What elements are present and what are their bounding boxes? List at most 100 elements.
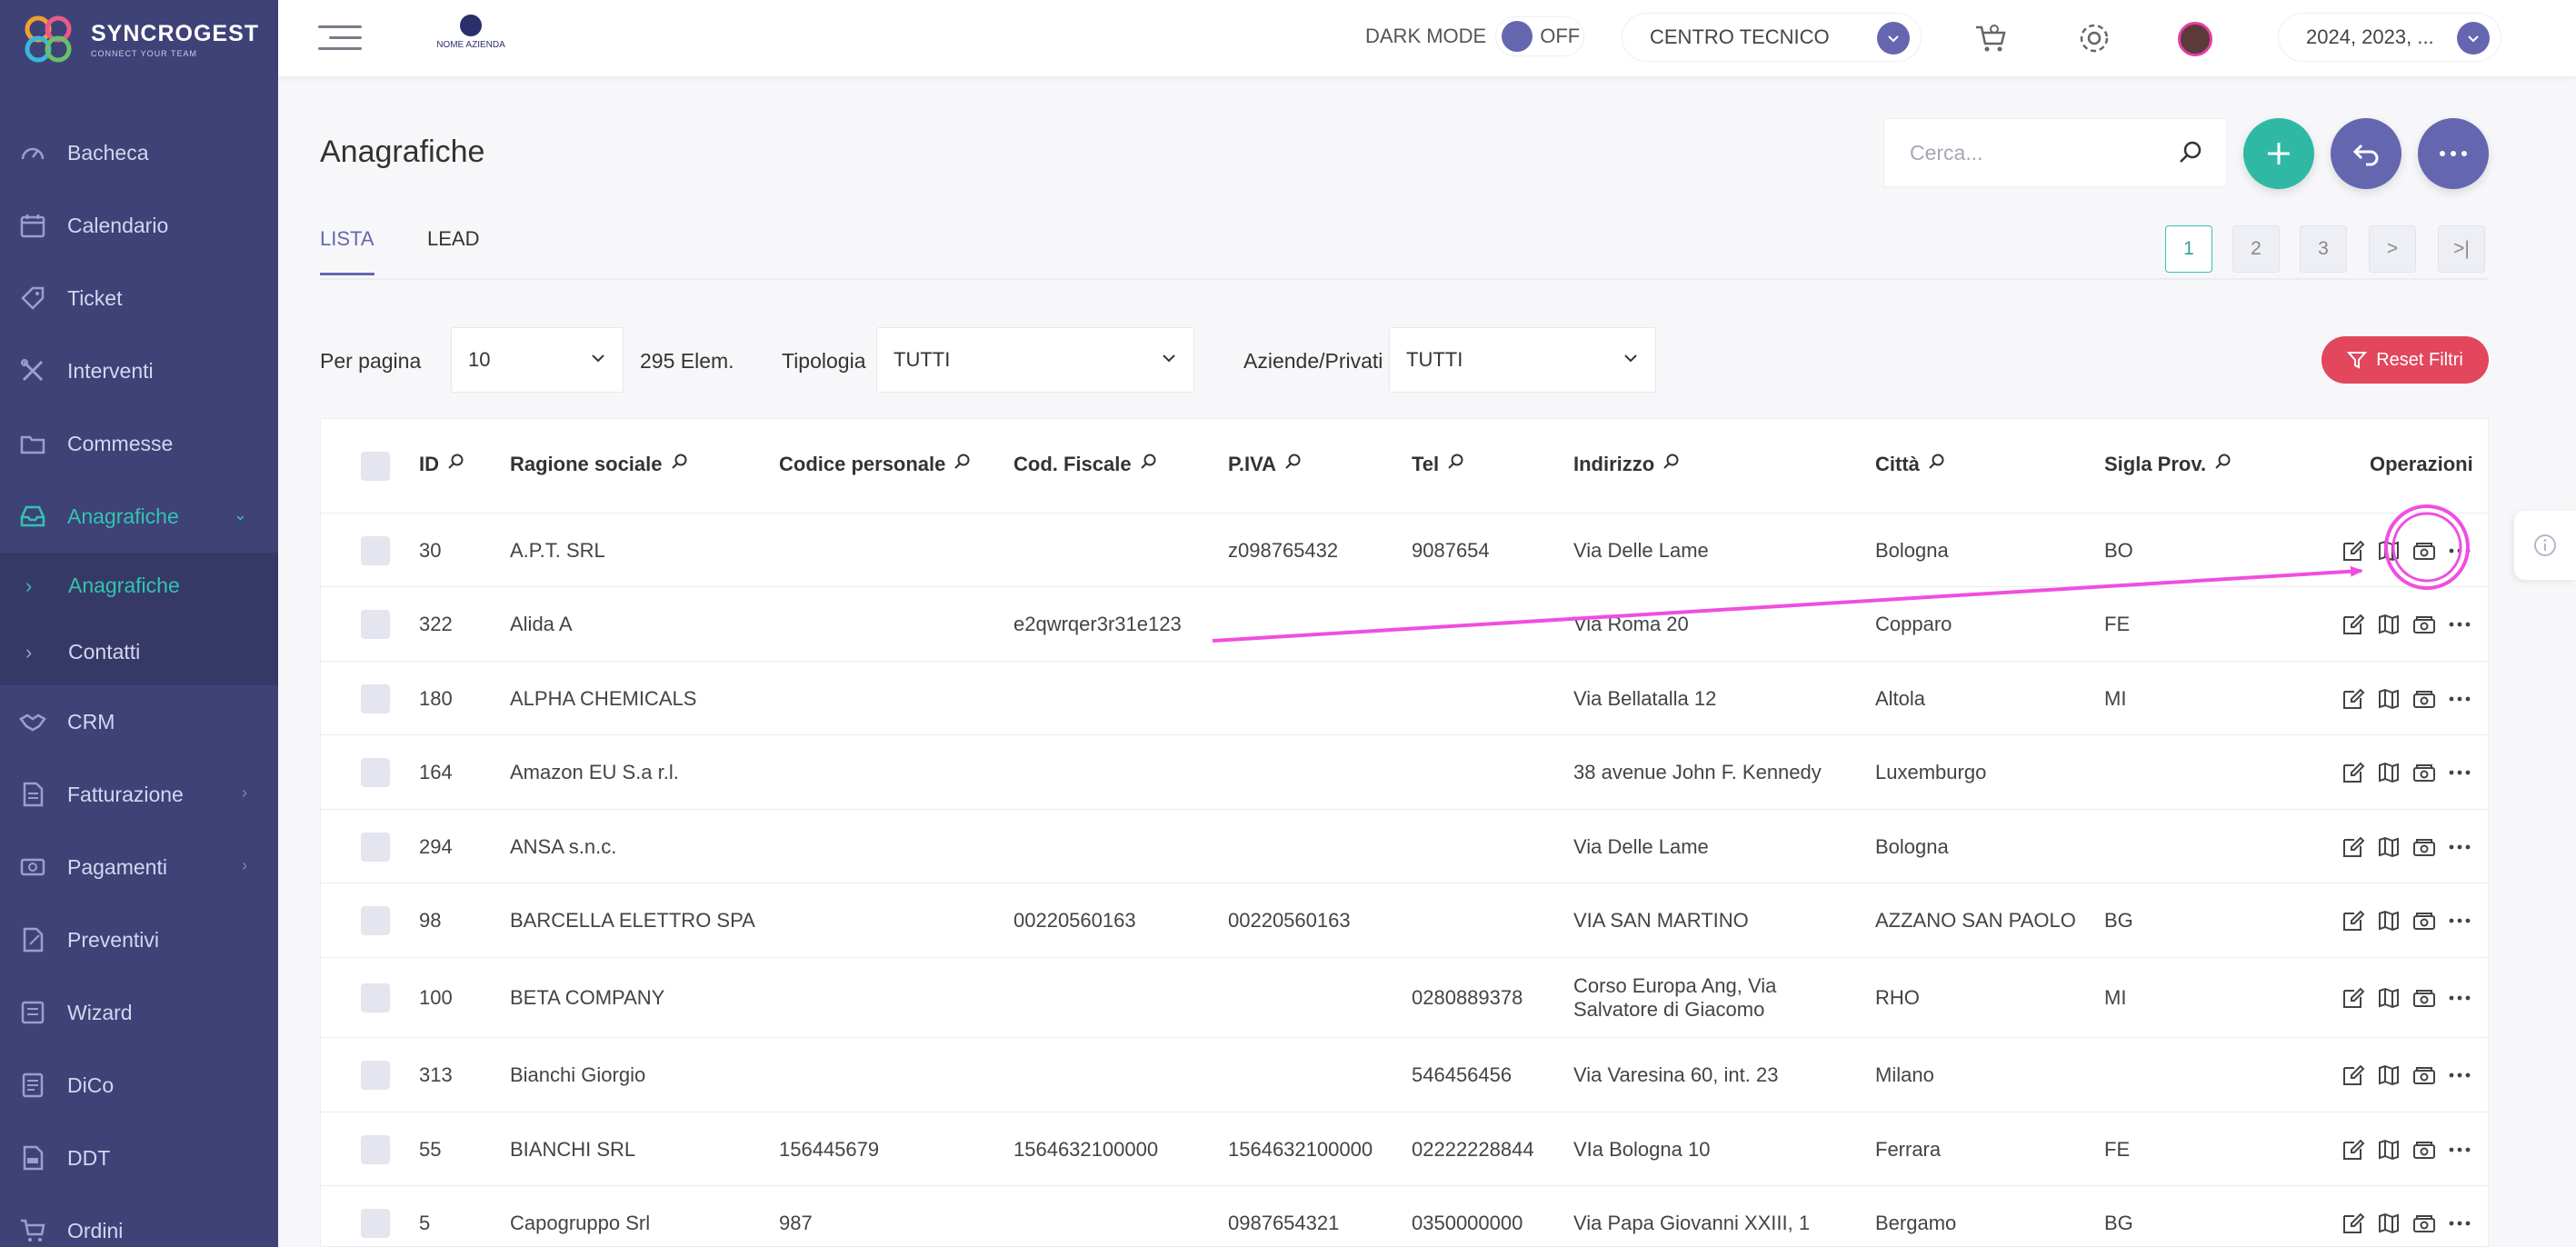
row-checkbox[interactable] bbox=[361, 1134, 390, 1164]
money-icon[interactable] bbox=[2411, 1063, 2437, 1087]
map-icon[interactable] bbox=[2377, 1212, 2401, 1235]
page-button-1[interactable]: 1 bbox=[2165, 225, 2212, 273]
search-icon[interactable] bbox=[2177, 139, 2204, 172]
back-button[interactable] bbox=[2331, 118, 2401, 189]
per-page-select[interactable]: 10 bbox=[451, 327, 624, 393]
row-checkbox[interactable] bbox=[361, 758, 390, 787]
submenu-item-anagrafiche[interactable]: › Anagrafiche bbox=[0, 553, 278, 619]
select-all-checkbox[interactable] bbox=[361, 452, 390, 481]
money-icon[interactable] bbox=[2411, 909, 2437, 933]
sidebar-item-crm[interactable]: CRM bbox=[0, 685, 278, 758]
row-checkbox[interactable] bbox=[361, 832, 390, 862]
year-select[interactable]: 2024, 2023, ... bbox=[2278, 13, 2501, 62]
page-next-button[interactable]: > bbox=[2369, 225, 2416, 273]
page-last-button[interactable]: >| bbox=[2438, 225, 2485, 273]
row-checkbox[interactable] bbox=[361, 1209, 390, 1238]
tab-lead[interactable]: LEAD bbox=[427, 227, 479, 273]
cart-settings-icon[interactable] bbox=[1972, 20, 2009, 56]
more-button[interactable] bbox=[2418, 118, 2489, 189]
money-icon[interactable] bbox=[2411, 761, 2437, 784]
dark-mode-toggle[interactable]: OFF bbox=[1495, 16, 1585, 56]
page-button-2[interactable]: 2 bbox=[2232, 225, 2280, 273]
column-header-citta[interactable]: Città bbox=[1875, 453, 1945, 476]
reset-filters-button[interactable]: Reset Filtri bbox=[2321, 336, 2489, 384]
sidebar-item-ticket[interactable]: Ticket bbox=[0, 262, 278, 334]
edit-icon[interactable] bbox=[2341, 908, 2366, 933]
money-icon[interactable] bbox=[2411, 1138, 2437, 1162]
sidebar-item-wizard[interactable]: Wizard bbox=[0, 976, 278, 1049]
row-checkbox[interactable] bbox=[361, 535, 390, 565]
more-horizontal-icon[interactable] bbox=[2448, 769, 2471, 776]
search-icon[interactable] bbox=[1139, 453, 1157, 476]
aziende-select[interactable]: TUTTI bbox=[1389, 327, 1656, 393]
gear-icon[interactable] bbox=[2076, 20, 2112, 56]
money-icon[interactable] bbox=[2411, 835, 2437, 859]
table-row[interactable]: 180 ALPHA CHEMICALS Via Bellatalla 12 Altol… bbox=[321, 662, 2488, 735]
sidebar-item-interventi[interactable]: Interventi bbox=[0, 334, 278, 407]
sidebar-item-commesse[interactable]: Commesse bbox=[0, 407, 278, 480]
table-row[interactable]: 98 BARCELLA ELETTRO SPA 00220560163 0022056… bbox=[321, 883, 2488, 958]
edit-icon[interactable] bbox=[2341, 686, 2366, 712]
column-header-tel[interactable]: Tel bbox=[1412, 453, 1464, 476]
center-select[interactable]: CENTRO TECNICO bbox=[1622, 13, 1922, 62]
map-icon[interactable] bbox=[2377, 986, 2401, 1010]
table-row[interactable]: 100 BETA COMPANY 0280889378 Corso Europa An… bbox=[321, 958, 2488, 1038]
more-horizontal-icon[interactable] bbox=[2448, 1072, 2471, 1079]
edit-icon[interactable] bbox=[2341, 1137, 2366, 1162]
more-horizontal-icon[interactable] bbox=[2448, 695, 2471, 703]
money-icon[interactable] bbox=[2411, 986, 2437, 1010]
map-icon[interactable] bbox=[2377, 539, 2401, 563]
column-header-sigla-prov[interactable]: Sigla Prov. bbox=[2104, 453, 2232, 476]
more-horizontal-icon[interactable] bbox=[2448, 1220, 2471, 1227]
column-header-indirizzo[interactable]: Indirizzo bbox=[1573, 453, 1680, 476]
add-button[interactable] bbox=[2243, 118, 2314, 189]
sidebar-item-anagrafiche[interactable]: Anagrafiche ⌄ bbox=[0, 480, 278, 553]
sidebar-item-bacheca[interactable]: Bacheca bbox=[0, 116, 278, 189]
column-header-codice-personale[interactable]: Codice personale bbox=[779, 453, 971, 476]
edit-icon[interactable] bbox=[2341, 985, 2366, 1011]
avatar[interactable] bbox=[2178, 22, 2212, 56]
tipologia-select[interactable]: TUTTI bbox=[876, 327, 1194, 393]
table-row[interactable]: 164 Amazon EU S.a r.l. 38 avenue John F. K… bbox=[321, 735, 2488, 810]
map-icon[interactable] bbox=[2377, 1063, 2401, 1087]
search-icon[interactable] bbox=[670, 453, 688, 476]
row-checkbox[interactable] bbox=[361, 1061, 390, 1090]
search-icon[interactable] bbox=[1927, 453, 1945, 476]
row-checkbox[interactable] bbox=[361, 610, 390, 639]
map-icon[interactable] bbox=[2377, 613, 2401, 636]
edit-icon[interactable] bbox=[2341, 834, 2366, 860]
search-input[interactable] bbox=[1910, 140, 2155, 165]
search-icon[interactable] bbox=[953, 453, 971, 476]
edit-icon[interactable] bbox=[2341, 1062, 2366, 1088]
row-checkbox[interactable] bbox=[361, 683, 390, 713]
column-header-id[interactable]: ID bbox=[419, 453, 464, 476]
sidebar-item-ordini[interactable]: Ordini bbox=[0, 1194, 278, 1247]
search-icon[interactable] bbox=[2213, 453, 2232, 476]
money-icon[interactable] bbox=[2411, 539, 2437, 563]
company-logo[interactable]: NOME AZIENDA bbox=[434, 15, 507, 58]
column-header-cod-fiscale[interactable]: Cod. Fiscale bbox=[1013, 453, 1157, 476]
edit-icon[interactable] bbox=[2341, 612, 2366, 637]
search-icon[interactable] bbox=[1662, 453, 1680, 476]
money-icon[interactable] bbox=[2411, 613, 2437, 636]
info-tab[interactable] bbox=[2514, 511, 2576, 580]
hamburger-menu-icon[interactable] bbox=[318, 25, 362, 53]
more-horizontal-icon[interactable] bbox=[2448, 917, 2471, 924]
more-horizontal-icon[interactable] bbox=[2448, 843, 2471, 851]
brand[interactable]: SYNCROGEST CONNECT YOUR TEAM bbox=[0, 0, 278, 78]
more-horizontal-icon[interactable] bbox=[2448, 621, 2471, 628]
sidebar-item-dico[interactable]: DiCo bbox=[0, 1049, 278, 1122]
sidebar-item-pagamenti[interactable]: Pagamenti › bbox=[0, 831, 278, 903]
search-icon[interactable] bbox=[1283, 453, 1302, 476]
sidebar-item-ddt[interactable]: DDT bbox=[0, 1122, 278, 1194]
edit-icon[interactable] bbox=[2341, 760, 2366, 785]
search-icon[interactable] bbox=[1446, 453, 1464, 476]
page-button-3[interactable]: 3 bbox=[2300, 225, 2347, 273]
sidebar-item-calendario[interactable]: Calendario bbox=[0, 189, 278, 262]
submenu-item-contatti[interactable]: › Contatti bbox=[0, 619, 278, 685]
table-row[interactable]: 55 BIANCHI SRL 156445679 1564632100000 15646… bbox=[321, 1112, 2488, 1186]
more-horizontal-icon[interactable] bbox=[2448, 547, 2471, 554]
sidebar-item-fatturazione[interactable]: Fatturazione › bbox=[0, 758, 278, 831]
table-row[interactable]: 294 ANSA s.n.c. Via Delle Lame Bologna bbox=[321, 810, 2488, 883]
table-row[interactable]: 30 A.P.T. SRL z098765432 9087654 Via Delle L… bbox=[321, 514, 2488, 587]
